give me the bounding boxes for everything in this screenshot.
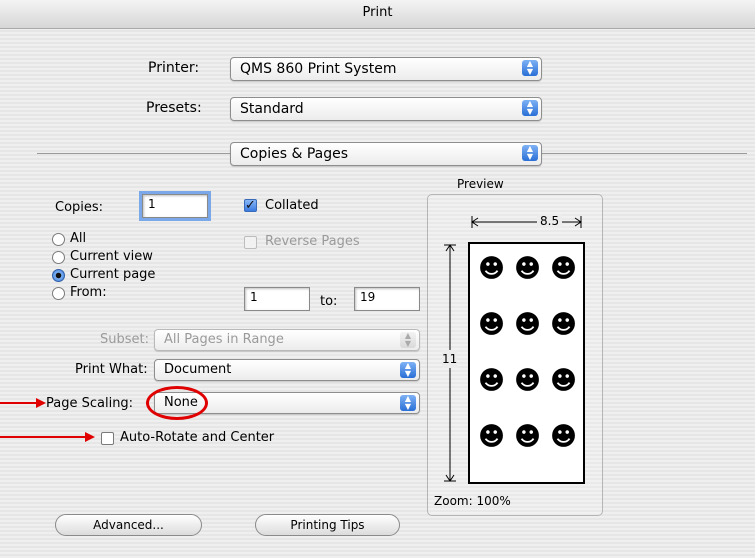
printer-popup[interactable]: QMS 860 Print System ▲ ▼	[230, 57, 542, 81]
subset-label: Subset:	[100, 332, 149, 347]
height-label: 11	[442, 350, 458, 368]
print-what-popup[interactable]: Document ▲ ▼	[154, 359, 420, 381]
preview-label: Preview	[457, 177, 504, 191]
clipart-image: ☻	[478, 366, 506, 396]
collated-label: Collated	[265, 198, 319, 213]
radio-current-page[interactable]	[52, 269, 65, 282]
advanced-button[interactable]: Advanced...	[55, 514, 202, 536]
clipart-image: ☻	[514, 310, 542, 340]
radio-current-view-label: Current view	[70, 249, 153, 264]
popup-arrows-icon: ▲ ▼	[522, 60, 538, 76]
radio-all-label: All	[70, 231, 87, 246]
radio-all[interactable]	[52, 233, 65, 246]
preview-page: ☻ ☻ ☻ ☻ ☻ ☻ ☻ ☻ ☻ ☻ ☻ ☻	[468, 242, 585, 484]
window-titlebar: Print	[0, 0, 755, 29]
separator-left	[37, 153, 230, 154]
popup-arrows-icon: ▲ ▼	[522, 145, 538, 161]
clipart-image: ☻	[550, 310, 578, 340]
radio-from-label: From:	[70, 285, 107, 300]
width-dimension	[471, 216, 582, 228]
presets-value: Standard	[240, 101, 304, 117]
clipart-image: ☻	[514, 254, 542, 284]
clipart-image: ☻	[514, 366, 542, 396]
clipart-image: ☻	[550, 366, 578, 396]
printer-value: QMS 860 Print System	[240, 61, 397, 77]
clipart-image: ☻	[514, 422, 542, 452]
copies-label: Copies:	[55, 200, 104, 215]
from-value: 1	[250, 290, 258, 304]
popup-arrows-icon: ▲ ▼	[400, 395, 416, 411]
copies-field[interactable]: 1	[139, 191, 211, 221]
subset-popup[interactable]: All Pages in Range ▲ ▼	[154, 329, 420, 351]
auto-rotate-checkbox[interactable]	[101, 432, 114, 445]
popup-arrows-icon: ▲ ▼	[400, 332, 416, 348]
clipart-image: ☻	[550, 254, 578, 284]
to-label: to:	[320, 294, 338, 309]
collated-checkbox[interactable]: ✓	[244, 199, 257, 212]
radio-current-view[interactable]	[52, 251, 65, 264]
radio-from[interactable]	[52, 287, 65, 300]
presets-label: Presets:	[146, 100, 202, 116]
print-what-value: Document	[164, 362, 232, 377]
clipart-image: ☻	[478, 422, 506, 452]
copies-value: 1	[148, 197, 156, 211]
clipart-image: ☻	[478, 310, 506, 340]
to-field[interactable]: 19	[354, 287, 420, 311]
popup-arrows-icon: ▲ ▼	[400, 362, 416, 378]
annotation-arrows	[0, 398, 95, 442]
popup-arrows-icon: ▲ ▼	[522, 100, 538, 116]
printer-label: Printer:	[148, 60, 200, 76]
panel-popup[interactable]: Copies & Pages ▲ ▼	[230, 142, 542, 166]
clipart-image: ☻	[478, 254, 506, 284]
reverse-pages-label: Reverse Pages	[265, 234, 360, 249]
presets-popup[interactable]: Standard ▲ ▼	[230, 97, 542, 121]
annotation-circle	[146, 386, 208, 420]
separator-right	[542, 153, 747, 154]
clipart-image: ☻	[550, 422, 578, 452]
width-label: 8.5	[537, 214, 563, 228]
zoom-label: Zoom: 100%	[434, 494, 511, 508]
to-value: 19	[360, 290, 376, 304]
from-field[interactable]: 1	[244, 287, 310, 311]
reverse-pages-checkbox[interactable]	[244, 236, 257, 249]
panel-value: Copies & Pages	[240, 146, 349, 162]
print-what-label: Print What:	[75, 362, 148, 377]
subset-value: All Pages in Range	[164, 332, 284, 347]
auto-rotate-label: Auto-Rotate and Center	[120, 430, 275, 445]
printing-tips-button[interactable]: Printing Tips	[255, 514, 400, 536]
window-title: Print	[362, 5, 393, 20]
radio-current-page-label: Current page	[70, 267, 156, 282]
